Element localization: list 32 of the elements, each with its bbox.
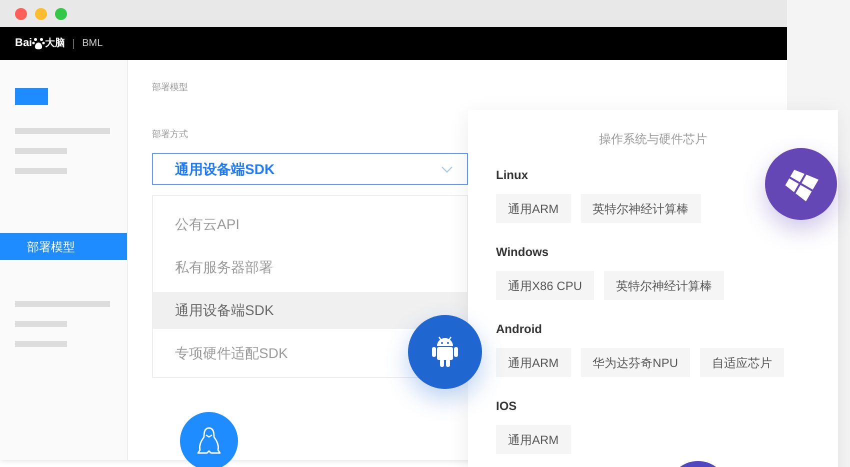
breadcrumb: 部署模型 [152, 81, 188, 94]
placeholder-bar [15, 321, 67, 327]
chip-tag[interactable]: 英特尔神经计算棒 [604, 271, 724, 300]
chip-tag[interactable]: 通用ARM [496, 425, 571, 454]
dropdown-select[interactable]: 通用设备端SDK [152, 153, 468, 185]
minimize-button[interactable] [35, 8, 47, 20]
close-button[interactable] [15, 8, 27, 20]
chip-tag[interactable]: 通用ARM [496, 194, 571, 223]
os-name: IOS [496, 398, 518, 415]
penguin-icon [196, 426, 222, 456]
placeholder-block [15, 88, 48, 105]
logo-text: Bai [15, 36, 32, 52]
chevron-down-icon [441, 166, 453, 172]
chip-tag[interactable]: 华为达芬奇NPU [580, 348, 690, 377]
paw-icon [32, 37, 46, 50]
os-name: Linux [496, 167, 529, 184]
maximize-button[interactable] [55, 8, 67, 20]
placeholder-bar [15, 148, 67, 154]
logo-text: 大脑 [45, 36, 66, 51]
placeholder-bar [15, 341, 67, 347]
product-name: BML [82, 37, 103, 51]
os-name: Android [496, 321, 543, 338]
panel-title: 操作系统与硬件芯片 [598, 131, 708, 148]
field-label: 部署方式 [152, 128, 188, 140]
chip-tag[interactable]: 通用X86 CPU [496, 271, 594, 300]
placeholder-bar [15, 168, 67, 174]
dropdown-option[interactable]: 通用设备端SDK [153, 292, 467, 329]
chip-tag[interactable]: 自适应芯片 [700, 348, 784, 377]
chip-tag[interactable]: 通用ARM [496, 348, 571, 377]
android-robot-icon [430, 335, 460, 369]
chip-tag[interactable]: 英特尔神经计算棒 [580, 194, 701, 223]
os-name: Windows [496, 244, 550, 261]
